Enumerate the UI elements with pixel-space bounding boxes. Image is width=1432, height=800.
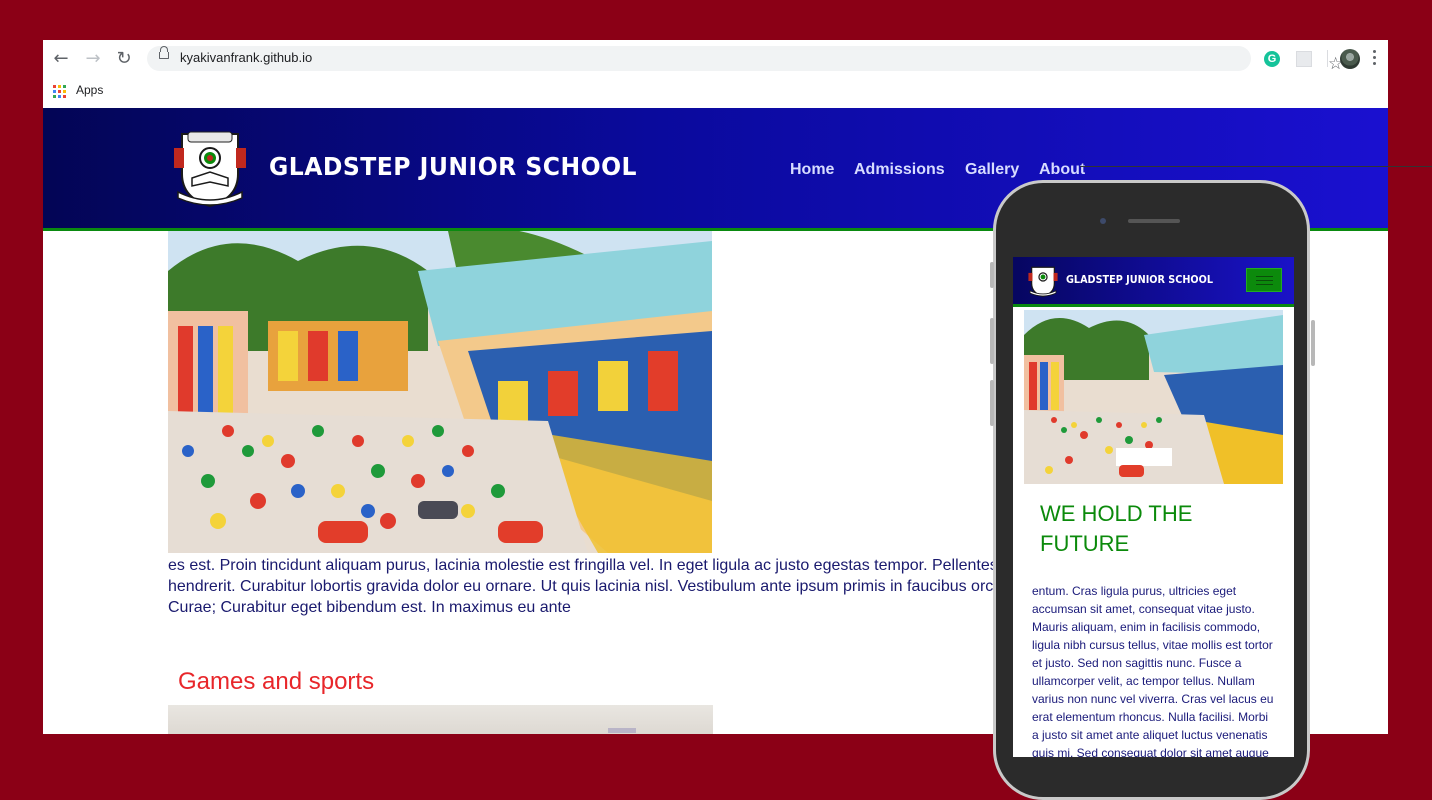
school-playground-photo: [168, 231, 712, 553]
extension-icon[interactable]: [1296, 51, 1312, 67]
games-sports-heading: Games and sports: [178, 668, 375, 695]
bookmarks-bar: Apps: [43, 77, 1388, 108]
phone-volume-down-button: [990, 380, 994, 426]
mobile-site-title[interactable]: GLADSTEP JUNIOR SCHOOL: [1066, 274, 1213, 286]
phone-speaker: [1128, 219, 1180, 223]
sports-photo: [168, 705, 713, 734]
intro-paragraph: es est. Proin tincidunt aliquam purus, l…: [168, 557, 998, 616]
site-title[interactable]: GLADSTEP JUNIOR SCHOOL: [269, 152, 637, 181]
browser-toolbar: ← → ↻ kyakivanfrank.github.io ☆ G: [43, 40, 1388, 77]
nav-gallery[interactable]: Gallery: [965, 161, 1019, 179]
toolbar-divider: [1327, 50, 1328, 67]
mobile-playground-photo: [1024, 310, 1283, 484]
mobile-header: GLADSTEP JUNIOR SCHOOL: [1013, 257, 1294, 307]
more-menu-icon[interactable]: [1373, 50, 1377, 68]
mobile-paragraph: entum. Cras ligula purus, ultricies eget…: [1032, 584, 1274, 757]
phone-volume-up-button: [990, 318, 994, 364]
reload-icon[interactable]: ↻: [114, 49, 134, 69]
nav-admissions[interactable]: Admissions: [854, 161, 945, 179]
mobile-crest-logo[interactable]: [1026, 263, 1060, 299]
url-text[interactable]: kyakivanfrank.github.io: [180, 50, 312, 65]
profile-avatar[interactable]: [1340, 49, 1360, 69]
hamburger-menu-icon[interactable]: [1246, 268, 1282, 292]
apps-grid-icon[interactable]: [53, 85, 66, 98]
lock-icon: [159, 46, 169, 59]
nav-home[interactable]: Home: [790, 161, 834, 179]
mobile-screen: GLADSTEP JUNIOR SCHOOL WE HOLD THE FUTUR…: [1013, 257, 1294, 757]
phone-power-button: [1311, 320, 1315, 366]
grammarly-extension-icon[interactable]: G: [1264, 51, 1280, 67]
phone-mute-button: [990, 262, 994, 288]
forward-arrow-icon[interactable]: →: [83, 49, 103, 69]
mobile-hero-heading: WE HOLD THE FUTURE: [1040, 501, 1193, 556]
school-crest-logo[interactable]: [168, 126, 252, 210]
bookmark-apps[interactable]: Apps: [76, 83, 103, 97]
phone-bottom-bezel: [993, 757, 1310, 776]
pointer-line: [1080, 166, 1432, 167]
camera-icon: [1100, 218, 1106, 224]
address-bar[interactable]: kyakivanfrank.github.io ☆: [147, 46, 1343, 74]
nav-about[interactable]: About: [1039, 161, 1085, 179]
back-arrow-icon[interactable]: ←: [51, 49, 71, 69]
